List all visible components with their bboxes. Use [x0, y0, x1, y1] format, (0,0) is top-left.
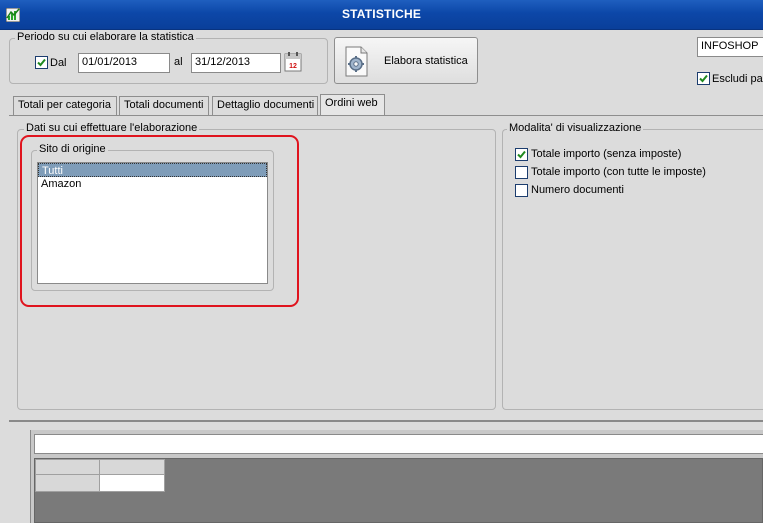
results-area	[0, 418, 763, 523]
gear-document-icon	[345, 46, 368, 77]
tab-totali-documenti[interactable]: Totali documenti	[119, 96, 209, 115]
shop-field[interactable]: INFOSHOP	[697, 37, 763, 57]
grid-header-cell[interactable]	[35, 459, 100, 475]
elabora-label: Elabora statistica	[384, 55, 468, 67]
tab-totali-categoria[interactable]: Totali per categoria	[13, 96, 117, 115]
highlight-annotation	[20, 135, 299, 307]
calendar-button[interactable]: 12	[284, 52, 302, 72]
escludi-label: Escludi pas	[712, 73, 763, 85]
results-separator	[9, 420, 763, 422]
option-totale-con-label: Totale importo (con tutte le imposte)	[531, 166, 706, 178]
tab-content-border	[9, 115, 763, 116]
window-title: STATISTICHE	[341, 7, 422, 21]
tab-dettaglio-documenti[interactable]: Dettaglio documenti	[212, 96, 318, 115]
title-bar: STATISTICHE	[0, 0, 763, 30]
data-panel-legend: Dati su cui effettuare l'elaborazione	[24, 122, 200, 134]
from-date-field[interactable]: 01/01/2013	[78, 53, 170, 73]
from-label: Dal	[50, 57, 67, 69]
grid-header-cell[interactable]	[99, 459, 165, 475]
elabora-statistica-button[interactable]: Elabora statistica	[334, 37, 478, 84]
checkmark-icon	[517, 150, 526, 159]
period-legend: Periodo su cui elaborare la statistica	[15, 31, 196, 43]
from-date-checkbox[interactable]	[35, 56, 48, 69]
grid-data-cell[interactable]	[99, 474, 165, 492]
option-totale-con-checkbox[interactable]	[515, 166, 528, 179]
grid-row-header-cell[interactable]	[35, 474, 100, 492]
calendar-icon: 12	[284, 52, 302, 72]
checkmark-icon	[37, 58, 46, 67]
results-header-bar	[34, 434, 763, 454]
modalita-legend: Modalita' di visualizzazione	[507, 122, 644, 134]
option-totale-senza-checkbox[interactable]	[515, 148, 528, 161]
option-totale-senza-label: Totale importo (senza imposte)	[531, 148, 682, 160]
to-date-field[interactable]: 31/12/2013	[191, 53, 281, 73]
checkmark-icon	[699, 74, 708, 83]
tab-ordini-web[interactable]: Ordini web	[320, 94, 385, 115]
results-grid[interactable]	[34, 458, 763, 523]
to-label: al	[174, 56, 183, 68]
option-numero-documenti-label: Numero documenti	[531, 184, 624, 196]
option-numero-documenti-checkbox[interactable]	[515, 184, 528, 197]
escludi-checkbox[interactable]	[697, 72, 710, 85]
svg-text:12: 12	[289, 63, 297, 70]
